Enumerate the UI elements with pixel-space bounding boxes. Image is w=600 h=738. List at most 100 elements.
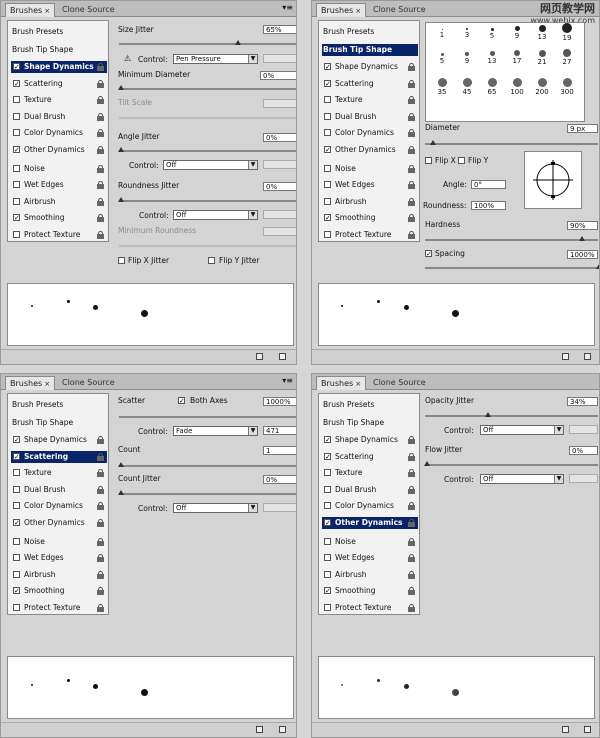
slider-knob[interactable] (485, 412, 491, 417)
roundness-jitter-slider[interactable] (118, 197, 296, 202)
list-item[interactable]: ✓ Shape Dynamics (11, 434, 107, 446)
size-jitter-slider[interactable] (119, 40, 296, 45)
brush-swatch[interactable]: 13 (483, 51, 501, 65)
checkbox[interactable]: ✓ (13, 453, 20, 461)
checkbox[interactable] (13, 571, 20, 578)
count-control-select[interactable]: Off ▼ (173, 503, 258, 513)
tab-brushes[interactable]: Brushes × (5, 376, 56, 390)
checkbox[interactable] (13, 165, 20, 172)
new-preset-icon[interactable] (562, 353, 569, 360)
new-preset-icon[interactable] (562, 726, 569, 733)
minimum-diameter-field[interactable]: 0% (260, 71, 296, 80)
list-item[interactable]: Airbrush (11, 196, 107, 208)
list-item[interactable]: Texture (11, 467, 107, 479)
list-item[interactable]: ✓ Scattering (322, 451, 418, 463)
checkbox[interactable]: ✓ (13, 214, 20, 222)
angle-roundness-widget[interactable] (524, 151, 582, 209)
list-item[interactable]: ✓ Scattering (322, 78, 418, 90)
list-item[interactable]: Airbrush (322, 569, 418, 581)
spacing-checkbox[interactable]: ✓ (425, 250, 432, 258)
lock-icon[interactable] (97, 181, 104, 189)
checkbox[interactable] (324, 486, 331, 493)
list-item[interactable]: Color Dynamics (11, 127, 107, 139)
trash-icon[interactable] (279, 726, 286, 733)
checkbox[interactable] (13, 538, 20, 545)
list-item[interactable]: Airbrush (11, 569, 107, 581)
brush-swatch[interactable]: 9 (458, 52, 476, 65)
flip-x-checkbox[interactable] (425, 157, 432, 164)
chevron-down-icon[interactable]: ▼ (554, 475, 563, 483)
angle-field[interactable]: 0° (471, 180, 506, 189)
close-icon[interactable]: × (44, 7, 50, 15)
list-item[interactable]: Wet Edges (11, 179, 107, 191)
trash-icon[interactable] (584, 726, 591, 733)
size-jitter-field[interactable]: 65% (263, 25, 296, 34)
list-item[interactable]: Dual Brush (11, 111, 107, 123)
list-item[interactable]: Protect Texture (322, 229, 418, 241)
slider-knob[interactable] (118, 197, 124, 202)
lock-icon[interactable] (97, 554, 104, 562)
list-item[interactable]: Dual Brush (322, 111, 418, 123)
lock-icon[interactable] (408, 146, 415, 154)
opacity-control-field[interactable] (569, 425, 598, 434)
diameter-slider[interactable] (425, 140, 598, 145)
checkbox[interactable] (324, 96, 331, 103)
checkbox[interactable] (13, 502, 20, 509)
angle-control-select[interactable]: Off ▼ (163, 160, 258, 170)
lock-icon[interactable] (97, 165, 104, 173)
brush-swatch[interactable]: 27 (558, 49, 576, 66)
brush-swatch[interactable]: 200 (533, 78, 551, 96)
checkbox[interactable] (324, 129, 331, 136)
list-item[interactable]: ✓ Shape Dynamics (11, 61, 107, 73)
close-icon[interactable]: × (44, 380, 50, 388)
lock-icon[interactable] (408, 80, 415, 88)
brush-tip-shape-item[interactable]: Brush Tip Shape (322, 44, 418, 56)
scatter-field[interactable]: 1000% (263, 397, 296, 406)
lock-icon[interactable] (408, 113, 415, 121)
list-item[interactable]: Wet Edges (322, 552, 418, 564)
flip-y-jitter-checkbox[interactable] (208, 257, 215, 264)
roundness-control-select[interactable]: Off ▼ (173, 210, 258, 220)
brush-swatch[interactable]: 13 (533, 25, 551, 41)
checkbox[interactable] (13, 604, 20, 611)
brush-swatch[interactable]: 21 (533, 50, 551, 66)
lock-icon[interactable] (408, 486, 415, 494)
panel-menu-icon[interactable]: ▾≡ (282, 376, 293, 386)
count-slider[interactable] (118, 462, 296, 467)
lock-icon[interactable] (97, 113, 104, 121)
chevron-down-icon[interactable]: ▼ (248, 161, 257, 169)
trash-icon[interactable] (584, 353, 591, 360)
flow-jitter-field[interactable]: 0% (569, 446, 598, 455)
chevron-down-icon[interactable]: ▼ (248, 427, 257, 435)
checkbox[interactable]: ✓ (13, 436, 20, 444)
hardness-field[interactable]: 90% (567, 221, 598, 230)
lock-icon[interactable] (408, 604, 415, 612)
checkbox[interactable] (324, 502, 331, 509)
checkbox[interactable] (13, 181, 20, 188)
list-item[interactable]: ✓ Scattering (11, 451, 107, 463)
list-item[interactable]: Texture (322, 467, 418, 479)
brush-swatch[interactable]: 5 (483, 28, 501, 40)
checkbox[interactable]: ✓ (324, 453, 331, 461)
lock-icon[interactable] (408, 181, 415, 189)
lock-icon[interactable] (97, 214, 104, 222)
checkbox[interactable]: ✓ (13, 63, 20, 71)
checkbox[interactable] (324, 181, 331, 188)
new-preset-icon[interactable] (256, 353, 263, 360)
brush-swatch[interactable]: 100 (508, 78, 526, 96)
lock-icon[interactable] (408, 96, 415, 104)
lock-icon[interactable] (408, 165, 415, 173)
brush-swatch[interactable]: 19 (558, 23, 576, 42)
list-item[interactable]: Color Dynamics (11, 500, 107, 512)
minimum-diameter-slider[interactable] (118, 85, 296, 90)
list-item[interactable]: ✓ Shape Dynamics (322, 61, 418, 73)
angle-control-field[interactable] (263, 160, 296, 169)
checkbox[interactable]: ✓ (324, 587, 331, 595)
checkbox[interactable] (13, 198, 20, 205)
chevron-down-icon[interactable]: ▼ (248, 55, 257, 63)
trash-icon[interactable] (279, 353, 286, 360)
list-item[interactable]: Protect Texture (322, 602, 418, 614)
crosshair-icon[interactable] (525, 152, 581, 208)
tilt-scale-slider[interactable] (119, 117, 296, 119)
list-item[interactable]: Noise (322, 536, 418, 548)
